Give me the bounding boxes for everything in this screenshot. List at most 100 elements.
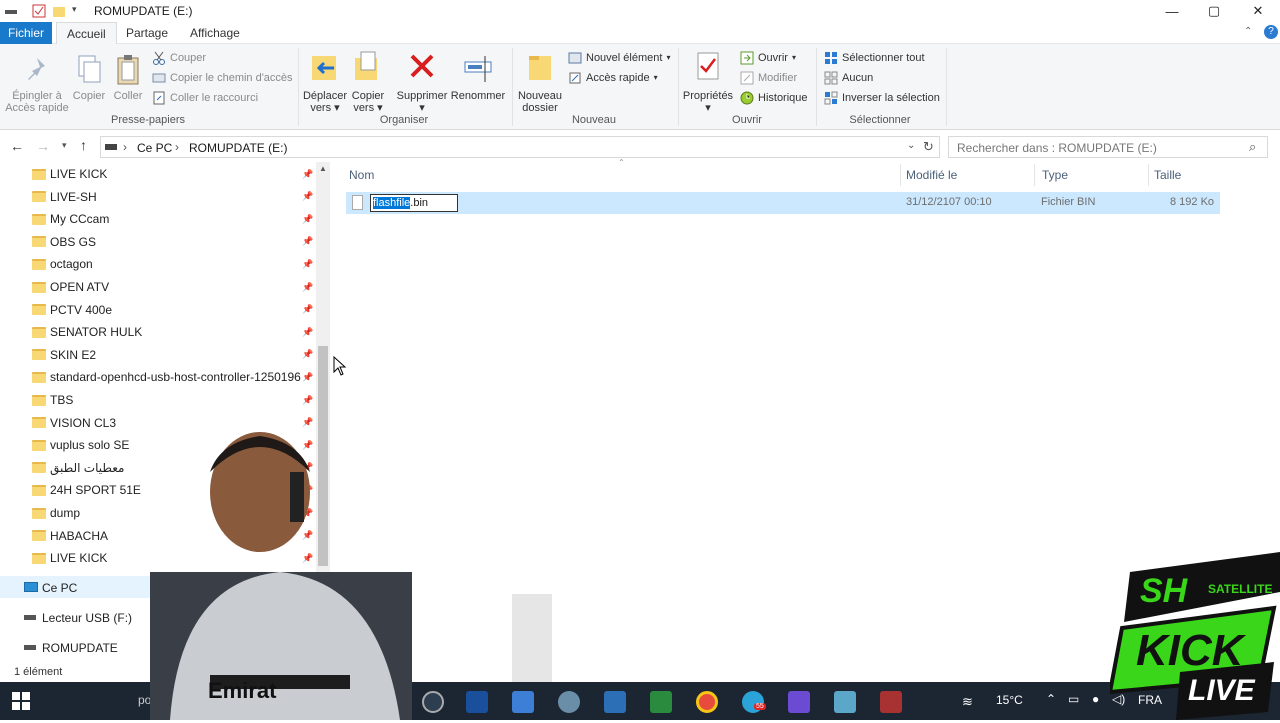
pin-icon[interactable]: 📌	[302, 372, 313, 383]
telegram-app-icon[interactable]: 55	[742, 691, 766, 713]
weather-wind-icon[interactable]: ≋	[962, 694, 973, 710]
address-history-dropdown-icon[interactable]: ⌄	[907, 140, 915, 151]
search-icon[interactable]: ⌕	[1249, 139, 1256, 155]
address-bar[interactable]: › Ce PC › ROMUPDATE (E:) ⌄	[100, 136, 940, 158]
chrome-app-icon[interactable]	[696, 691, 718, 713]
back-arrow-icon[interactable]: ←	[10, 138, 24, 154]
speedometer-app-icon[interactable]	[422, 691, 444, 713]
close-button[interactable]: ✕	[1236, 0, 1280, 22]
nav-item[interactable]: TBS 📌	[0, 389, 316, 411]
pin-icon[interactable]: 📌	[302, 259, 313, 270]
tab-file[interactable]: Fichier	[0, 22, 52, 44]
forward-arrow-icon[interactable]: →	[36, 138, 50, 154]
nav-item[interactable]: My CCcam 📌	[0, 208, 316, 230]
star-app-icon[interactable]	[788, 691, 810, 713]
copy-path-button[interactable]: Copier le chemin d'accès	[152, 69, 293, 87]
pin-icon[interactable]: 📌	[302, 169, 313, 180]
new-item-button[interactable]: Nouvel élément ▾	[568, 49, 670, 67]
pin-icon[interactable]: 📌	[302, 395, 313, 406]
nav-item[interactable]: SKIN E2 📌	[0, 344, 316, 366]
nav-item[interactable]: PCTV 400e 📌	[0, 299, 316, 321]
column-header-size[interactable]: Taille	[1154, 168, 1181, 182]
app-icon[interactable]	[512, 691, 534, 713]
window-title: ROMUPDATE (E:)	[94, 4, 193, 18]
tray-chevron-icon[interactable]: ⌃	[1046, 692, 1056, 706]
breadcrumb-current-drive[interactable]: ROMUPDATE (E:)	[189, 141, 287, 155]
properties-button[interactable]: Propriétés ▾	[682, 50, 734, 114]
column-divider[interactable]	[900, 164, 901, 186]
cut-label: Couper	[170, 52, 207, 64]
help-icon[interactable]: ?	[1264, 25, 1278, 39]
easy-access-dropdown-icon: ▾	[653, 73, 658, 82]
copy-button[interactable]: Copier	[72, 54, 106, 102]
history-button[interactable]: Historique	[740, 89, 808, 107]
quick-access-dropdown-icon[interactable]: ▾	[72, 4, 86, 18]
pin-icon[interactable]: 📌	[302, 304, 313, 315]
properties-quick-icon[interactable]	[32, 4, 46, 18]
new-folder-button[interactable]: Nouveau dossier	[516, 50, 564, 114]
recent-locations-icon[interactable]: ▾	[62, 140, 67, 151]
refresh-icon[interactable]: ↻	[923, 139, 934, 155]
collapse-ribbon-icon[interactable]: ⌃	[1244, 26, 1252, 37]
select-none-button[interactable]: Aucun	[824, 69, 873, 87]
maximize-button[interactable]: ▢	[1192, 0, 1236, 22]
nav-item[interactable]: VISION CL3 📌	[0, 412, 316, 434]
paste-shortcut-button[interactable]: Coller le raccourci	[152, 89, 258, 107]
pin-icon[interactable]: 📌	[302, 214, 313, 225]
notes-app-icon[interactable]	[834, 691, 856, 713]
column-divider[interactable]	[1148, 164, 1149, 186]
store-app-icon[interactable]	[650, 691, 672, 713]
copy-to-button[interactable]: Copier vers ▾	[348, 50, 388, 114]
calculator-app-icon[interactable]	[604, 691, 626, 713]
microphone-icon[interactable]: ●	[1092, 692, 1099, 706]
nav-item[interactable]: standard-openhcd-usb-host-controller-125…	[0, 366, 316, 388]
up-arrow-icon[interactable]: ↑	[80, 137, 87, 153]
windows-start-icon[interactable]	[12, 692, 30, 713]
pin-icon[interactable]: 📌	[302, 327, 313, 338]
invert-selection-button[interactable]: Inverser la sélection	[824, 89, 940, 107]
pin-quick-access-button[interactable]: Épingler à Accès rapide	[4, 54, 70, 114]
tab-share[interactable]: Partage	[116, 22, 178, 44]
breadcrumb-chevron-icon[interactable]: ›	[123, 140, 127, 154]
column-header-modified[interactable]: Modifié le	[906, 168, 957, 182]
breadcrumb-chevron-icon[interactable]: ›	[175, 140, 179, 154]
scroll-up-icon[interactable]: ▲	[319, 164, 327, 173]
column-divider[interactable]	[1034, 164, 1035, 186]
nav-item[interactable]: OBS GS 📌	[0, 231, 316, 253]
column-header-type[interactable]: Type	[1042, 168, 1068, 182]
paste-button[interactable]: Coller	[110, 54, 146, 102]
file-row[interactable]: flashfile.bin 31/12/2107 00:10 Fichier B…	[346, 192, 1220, 214]
breadcrumb-this-pc[interactable]: Ce PC	[137, 141, 172, 155]
cut-button[interactable]: Couper	[152, 49, 206, 67]
tab-home[interactable]: Accueil	[56, 22, 117, 44]
browser-app-icon[interactable]	[466, 691, 488, 713]
pin-icon[interactable]: 📌	[302, 282, 313, 293]
nav-item-label: ROMUPDATE	[42, 641, 118, 655]
select-all-button[interactable]: Sélectionner tout	[824, 49, 925, 67]
pin-icon[interactable]: 📌	[302, 191, 313, 202]
move-to-button[interactable]: Déplacer vers ▾	[302, 50, 348, 114]
winrar-app-icon[interactable]	[880, 691, 902, 713]
tab-view[interactable]: Affichage	[180, 22, 250, 44]
delete-button[interactable]: Supprimer ▾	[394, 50, 450, 114]
nav-item[interactable]: LIVE KICK 📌	[0, 163, 316, 185]
nav-item[interactable]: SENATOR HULK 📌	[0, 321, 316, 343]
rename-field[interactable]: flashfile.bin	[370, 194, 458, 212]
minimize-button[interactable]: —	[1150, 0, 1194, 22]
open-button[interactable]: Ouvrir ▾	[740, 49, 796, 67]
pin-icon[interactable]: 📌	[302, 236, 313, 247]
pin-icon[interactable]: 📌	[302, 417, 313, 428]
rename-button[interactable]: Renommer	[450, 50, 506, 102]
network-icon[interactable]: ▭	[1068, 692, 1079, 706]
easy-access-button[interactable]: Accès rapide ▾	[568, 69, 658, 87]
temperature-text[interactable]: 15°C	[996, 693, 1023, 707]
nav-item[interactable]: octagon 📌	[0, 253, 316, 275]
edit-button[interactable]: Modifier	[740, 69, 797, 87]
pin-icon[interactable]: 📌	[302, 349, 313, 360]
settings-app-icon[interactable]	[558, 691, 580, 713]
new-folder-quick-icon[interactable]	[52, 4, 66, 18]
nav-item[interactable]: OPEN ATV 📌	[0, 276, 316, 298]
nav-item[interactable]: LIVE-SH 📌	[0, 186, 316, 208]
column-header-name[interactable]: Nom	[349, 168, 374, 182]
search-input[interactable]: Rechercher dans : ROMUPDATE (E:) ⌕	[948, 136, 1268, 158]
